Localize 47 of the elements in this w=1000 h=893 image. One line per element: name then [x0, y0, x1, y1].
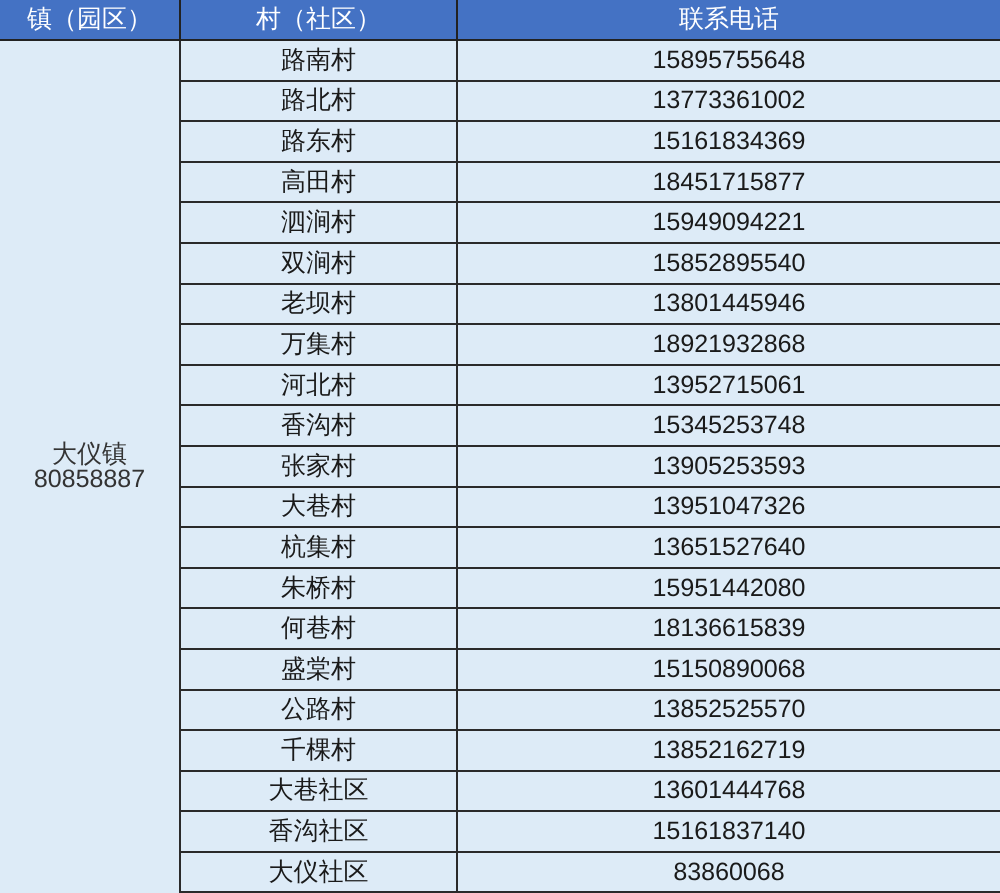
- table-cell: 盛棠村: [180, 648, 457, 690]
- table-cell: 18921932868: [457, 324, 1000, 365]
- table-cell: 13952715061: [457, 364, 1000, 406]
- table-cell: 15951442080: [457, 568, 1000, 608]
- table-cell: 13651527640: [457, 527, 1000, 568]
- table-cell: 张家村: [180, 446, 457, 487]
- table-cell: 万集村: [180, 324, 457, 365]
- table-cell: 15895755648: [457, 40, 1000, 81]
- column-header: 联系电话: [457, 0, 1000, 40]
- table-cell: 大巷村: [180, 486, 457, 528]
- column-header: 镇（园区）: [0, 0, 180, 40]
- table-cell: 15345253748: [457, 405, 1000, 446]
- table-cell: 13852525570: [457, 690, 1000, 730]
- table-cell: 13951047326: [457, 486, 1000, 528]
- table-cell: 18451715877: [457, 162, 1000, 202]
- table-cell: 83860068: [457, 852, 1000, 892]
- table-cell: 大巷社区: [180, 770, 457, 812]
- table-cell: 15949094221: [457, 202, 1000, 243]
- table-cell: 公路村: [180, 690, 457, 730]
- table-cell: 双涧村: [180, 242, 457, 284]
- table-cell: 何巷村: [180, 608, 457, 649]
- table-cell: 路东村: [180, 121, 457, 162]
- town-phone: 80858887: [34, 466, 146, 492]
- town-name: 大仪镇: [52, 442, 127, 467]
- table-cell: 路南村: [180, 40, 457, 81]
- table-cell: 朱桥村: [180, 568, 457, 608]
- table-cell: 13905253593: [457, 446, 1000, 487]
- table-cell: 杭集村: [180, 527, 457, 568]
- table-cell: 老坝村: [180, 284, 457, 324]
- table-cell: 15161834369: [457, 121, 1000, 162]
- table-cell: 高田村: [180, 162, 457, 202]
- table-cell: 18136615839: [457, 608, 1000, 649]
- table-cell: 泗涧村: [180, 202, 457, 243]
- table-cell: 13601444768: [457, 770, 1000, 812]
- table-cell: 13852162719: [457, 730, 1000, 771]
- table-cell: 13773361002: [457, 80, 1000, 122]
- table-cell: 15150890068: [457, 648, 1000, 690]
- table-cell: 千棵村: [180, 730, 457, 771]
- column-header: 村（社区）: [180, 0, 457, 40]
- table-cell: 15852895540: [457, 242, 1000, 284]
- table-cell: 河北村: [180, 364, 457, 406]
- table-cell: 路北村: [180, 80, 457, 122]
- table-cell: 大仪社区: [180, 852, 457, 892]
- table-cell: 15161837140: [457, 811, 1000, 852]
- table-cell: 13801445946: [457, 284, 1000, 324]
- table-cell: 香沟社区: [180, 811, 457, 852]
- table-cell: 香沟村: [180, 405, 457, 446]
